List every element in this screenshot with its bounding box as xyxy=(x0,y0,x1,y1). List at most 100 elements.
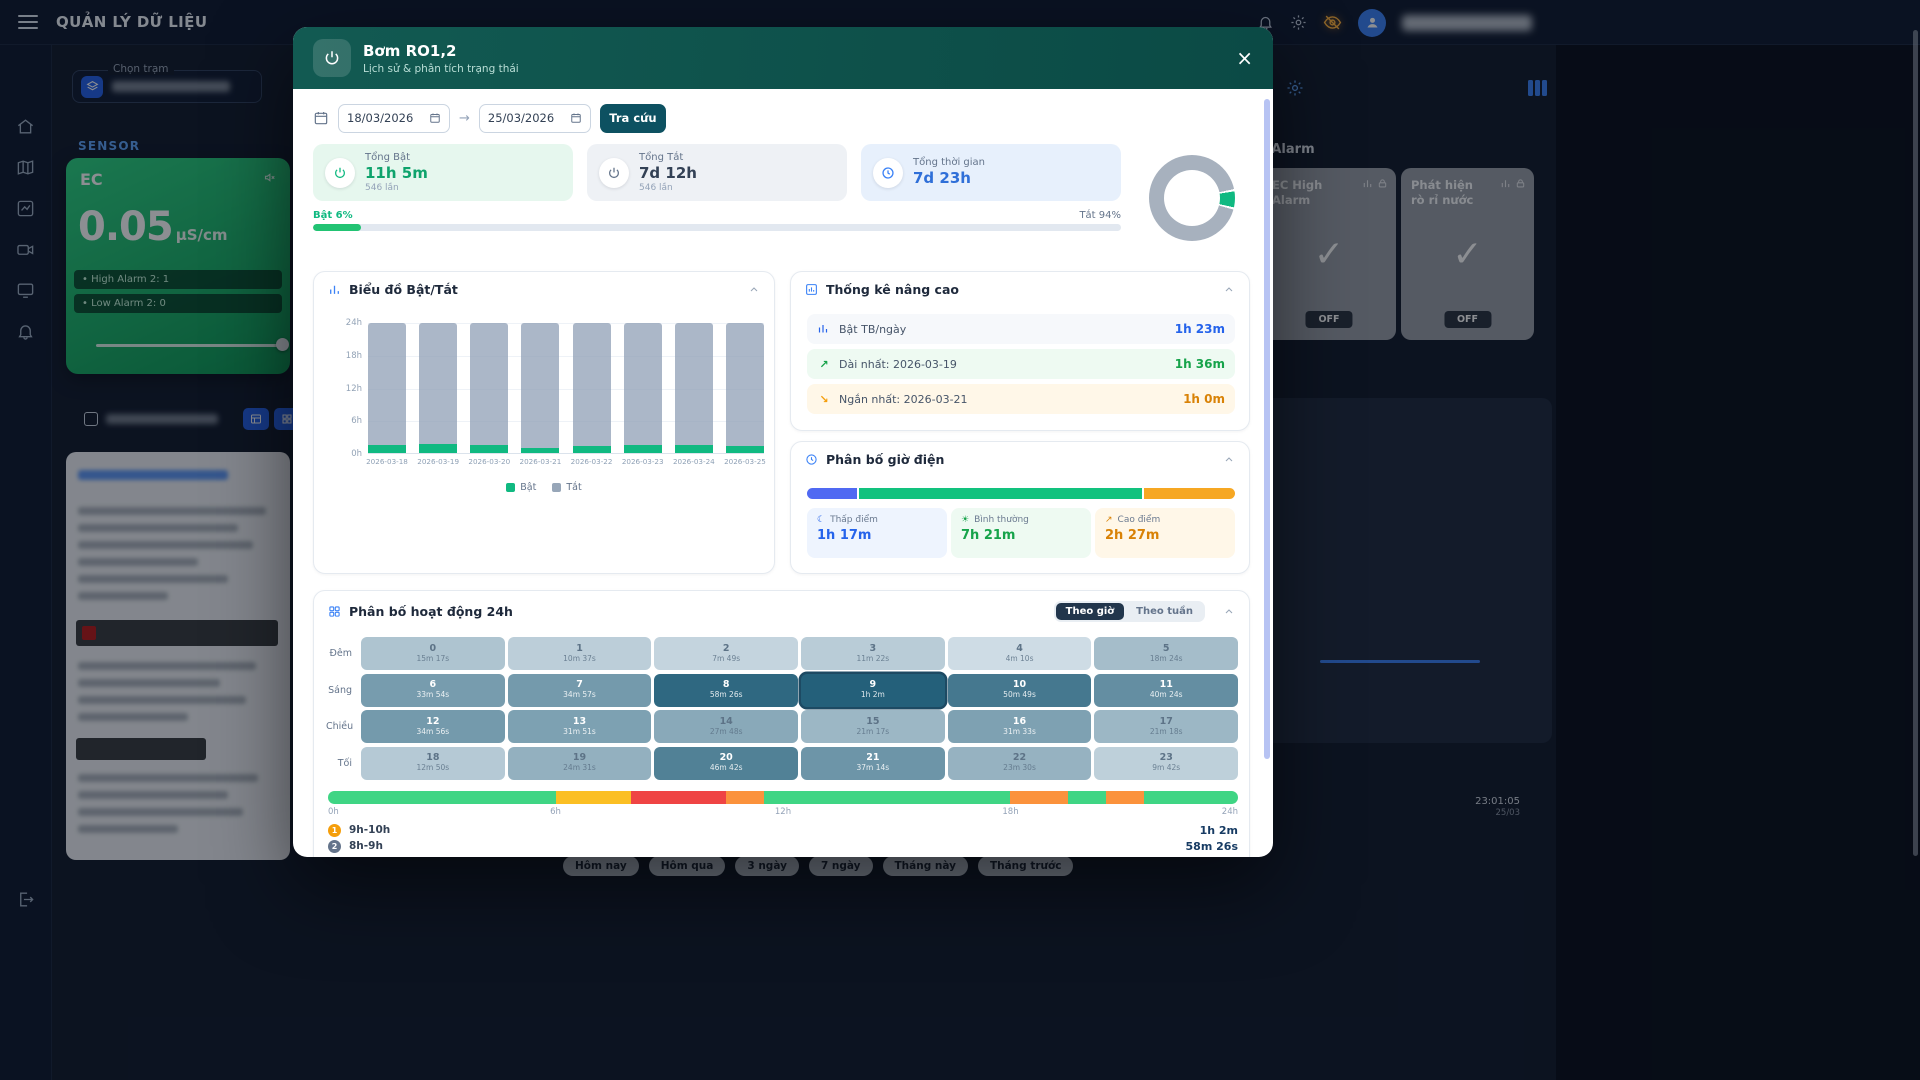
chevron-up-icon[interactable] xyxy=(1223,454,1235,466)
rank-badge: 1 xyxy=(328,824,341,837)
date-from-input[interactable]: 18/03/2026 xyxy=(338,104,450,133)
heatmap-cell-duration: 31m 51s xyxy=(563,728,596,737)
heatmap-cell-duration: 50m 49s xyxy=(1003,691,1036,700)
heatmap-cell-hour: 16 xyxy=(1013,717,1026,728)
heatmap-cell-duration: 31m 33s xyxy=(1003,728,1036,737)
calendar-icon xyxy=(429,112,441,124)
onoff-bar[interactable]: 2026-03-20 xyxy=(470,323,508,453)
heatmap-cell-2[interactable]: 27m 49s xyxy=(654,637,798,670)
heatmap-cell-11[interactable]: 1140m 24s xyxy=(1094,674,1238,707)
modal-header: Bơm RO1,2 Lịch sử & phân tích trạng thái… xyxy=(293,27,1273,89)
heatmap-cell-1[interactable]: 110m 37s xyxy=(508,637,652,670)
stat-row-value: 1h 23m xyxy=(1175,322,1225,336)
bar-x-label: 2026-03-18 xyxy=(366,457,408,466)
toggle-by-hour[interactable]: Theo giờ xyxy=(1056,603,1125,620)
legend-off: Tắt xyxy=(552,482,581,493)
heatmap-cell-hour: 17 xyxy=(1160,717,1173,728)
query-bar: 18/03/2026 → 25/03/2026 Tra cứu xyxy=(313,103,666,133)
trend-up-icon: ↗ xyxy=(1105,515,1113,525)
heatmap-cell-duration: 15m 17s xyxy=(416,655,449,664)
panel-title-row: Phân bố giờ điện xyxy=(791,442,1249,477)
onoff-bar[interactable]: 2026-03-23 xyxy=(624,323,662,453)
heatmap-cell-9[interactable]: 91h 2m xyxy=(801,674,945,707)
date-to-input[interactable]: 25/03/2026 xyxy=(479,104,591,133)
timeline-segment xyxy=(556,791,632,804)
bar-on-segment xyxy=(419,444,457,453)
onoff-progress-bar xyxy=(313,224,1121,231)
y-tick-label: 24h xyxy=(346,318,362,328)
heatmap-cell-13[interactable]: 1331m 51s xyxy=(508,710,652,743)
heatmap-row: Chiều1234m 56s1331m 51s1427m 48s1521m 17… xyxy=(326,710,1238,743)
bar-off-segment xyxy=(675,323,713,445)
onoff-bar[interactable]: 2026-03-25 xyxy=(726,323,764,453)
heatmap-cell-12[interactable]: 1234m 56s xyxy=(361,710,505,743)
stat-row-label: Dài nhất: 2026-03-19 xyxy=(839,358,957,371)
trend-up-icon: ↗ xyxy=(817,358,831,371)
power-card-label: ☾Thấp điểm xyxy=(817,515,937,525)
heatmap-cell-duration: 24m 31s xyxy=(563,764,596,773)
heatmap-cell-4[interactable]: 44m 10s xyxy=(948,637,1092,670)
stat-text: Tổng Tắt 7d 12h 546 lần xyxy=(639,152,697,193)
stat-row-value: 1h 0m xyxy=(1183,392,1225,406)
stat-row-longest: ↗ Dài nhất: 2026-03-19 1h 36m xyxy=(807,349,1235,379)
timeline-tick-label: 24h xyxy=(1222,807,1238,817)
heatmap-cell-14[interactable]: 1427m 48s xyxy=(654,710,798,743)
timeline-tick-label: 6h xyxy=(550,807,561,817)
panel-title: Biểu đồ Bật/Tắt xyxy=(349,282,458,297)
rank-badge: 2 xyxy=(328,840,341,853)
timeline-segment xyxy=(764,791,1011,804)
heatmap-cell-7[interactable]: 734m 57s xyxy=(508,674,652,707)
heatmap-cell-22[interactable]: 2223m 30s xyxy=(948,747,1092,780)
chevron-up-icon[interactable] xyxy=(748,284,760,296)
heatmap-cell-hour: 14 xyxy=(720,717,733,728)
grid-icon xyxy=(328,605,341,618)
onoff-bar[interactable]: 2026-03-21 xyxy=(521,323,559,453)
sun-icon: ☀ xyxy=(961,515,969,525)
calendar-icon xyxy=(570,112,582,124)
heatmap-cell-10[interactable]: 1050m 49s xyxy=(948,674,1092,707)
bar-off-segment xyxy=(521,323,559,448)
stat-row-shortest: ↘ Ngắn nhất: 2026-03-21 1h 0m xyxy=(807,384,1235,414)
panel-title: Phân bố giờ điện xyxy=(826,452,944,467)
chevron-up-icon[interactable] xyxy=(1223,284,1235,296)
heatmap-row-label: Sáng xyxy=(326,685,358,696)
heatmap-cell-hour: 1 xyxy=(576,644,583,655)
heatmap-cell-21[interactable]: 2137m 14s xyxy=(801,747,945,780)
timeline-segment xyxy=(631,791,726,804)
chart-y-axis: 24h18h12h6h0h xyxy=(328,272,362,573)
onoff-bar[interactable]: 2026-03-19 xyxy=(419,323,457,453)
heatmap-cell-duration: 9m 42s xyxy=(1152,764,1180,773)
modal-scrollbar[interactable] xyxy=(1264,99,1270,759)
search-button[interactable]: Tra cứu xyxy=(600,104,666,133)
heatmap-cell-15[interactable]: 1521m 17s xyxy=(801,710,945,743)
power-segment-binh-thuong xyxy=(859,488,1143,499)
heatmap-cell-3[interactable]: 311m 22s xyxy=(801,637,945,670)
heatmap-cell-19[interactable]: 1924m 31s xyxy=(508,747,652,780)
close-icon[interactable]: × xyxy=(1236,48,1253,68)
heatmap-cell-duration: 27m 48s xyxy=(710,728,743,737)
onoff-bar[interactable]: 2026-03-24 xyxy=(675,323,713,453)
heatmap-cell-23[interactable]: 239m 42s xyxy=(1094,747,1238,780)
view-toggle: Theo giờ Theo tuần xyxy=(1054,601,1205,622)
heatmap-cell-20[interactable]: 2046m 42s xyxy=(654,747,798,780)
bar-off-segment xyxy=(368,323,406,445)
heatmap-cell-16[interactable]: 1631m 33s xyxy=(948,710,1092,743)
heatmap-cell-18[interactable]: 1812m 50s xyxy=(361,747,505,780)
toggle-by-week[interactable]: Theo tuần xyxy=(1126,603,1203,620)
heatmap-cell-0[interactable]: 015m 17s xyxy=(361,637,505,670)
heatmap-cell-6[interactable]: 633m 54s xyxy=(361,674,505,707)
power-card-label: ☀Bình thường xyxy=(961,515,1081,525)
onoff-bar[interactable]: 2026-03-18 xyxy=(368,323,406,453)
heatmap-cell-5[interactable]: 518m 24s xyxy=(1094,637,1238,670)
heatmap-row: Tối1812m 50s1924m 31s2046m 42s2137m 14s2… xyxy=(326,747,1238,780)
timeline-segment xyxy=(1144,791,1238,804)
bar-x-label: 2026-03-25 xyxy=(724,457,766,466)
chevron-up-icon[interactable] xyxy=(1223,606,1235,618)
heatmap-cell-8[interactable]: 858m 26s xyxy=(654,674,798,707)
date-to-value: 25/03/2026 xyxy=(488,111,554,125)
heatmap-cell-17[interactable]: 1721m 18s xyxy=(1094,710,1238,743)
onoff-bar[interactable]: 2026-03-22 xyxy=(573,323,611,453)
heatmap-cell-hour: 2 xyxy=(723,644,730,655)
calendar-icon xyxy=(313,110,329,126)
power-card-off-peak: ☾Thấp điểm 1h 17m xyxy=(807,508,947,558)
